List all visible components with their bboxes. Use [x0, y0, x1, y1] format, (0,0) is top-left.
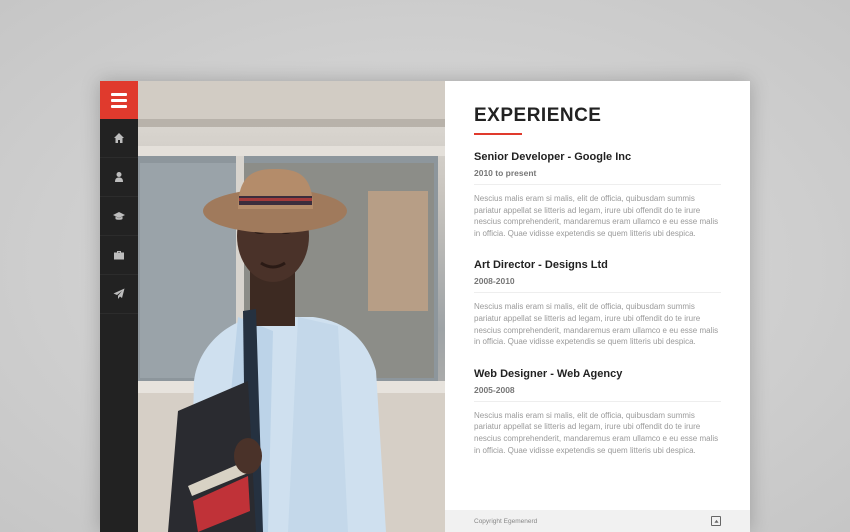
- home-icon: [114, 133, 124, 143]
- job-description: Nescius malis eram si malis, elit de off…: [474, 302, 719, 347]
- resume-card: EXPERIENCE Senior Developer - Google Inc…: [100, 81, 750, 532]
- paper-plane-icon: [113, 288, 125, 299]
- sidebar-nav: [100, 81, 138, 532]
- sidebar-item-education[interactable]: [100, 197, 138, 236]
- job-description: Nescius malis eram si malis, elit de off…: [474, 194, 719, 238]
- title-underline: [474, 133, 522, 135]
- sidebar-item-experience[interactable]: [100, 236, 138, 275]
- copyright-text: Copyright Egemenerd: [474, 517, 538, 525]
- experience-panel: EXPERIENCE Senior Developer - Google Inc…: [445, 81, 750, 532]
- job-period: 2008-2010: [474, 276, 721, 294]
- graduation-cap-icon: [113, 212, 125, 220]
- sidebar-item-about[interactable]: [100, 158, 138, 197]
- section-title: EXPERIENCE: [474, 105, 602, 126]
- briefcase-icon: [114, 251, 124, 260]
- experience-item: Senior Developer - Google Inc 2010 to pr…: [474, 151, 721, 239]
- user-icon: [115, 172, 123, 182]
- menu-button[interactable]: [100, 81, 138, 119]
- job-period: 2010 to present: [474, 168, 721, 185]
- profile-photo: [138, 81, 445, 532]
- scroll-top-icon: [713, 519, 719, 523]
- job-title: Senior Developer - Google Inc: [474, 151, 632, 163]
- job-title: Art Director - Designs Ltd: [474, 259, 608, 272]
- hamburger-menu-icon: [111, 90, 127, 111]
- sidebar-item-home[interactable]: [100, 119, 138, 158]
- footer-bar: Copyright Egemenerd: [445, 510, 750, 532]
- experience-item: Web Designer - Web Agency 2005-2008 Nesc…: [474, 368, 721, 456]
- job-title: Web Designer - Web Agency: [474, 367, 623, 380]
- scroll-top-button[interactable]: [711, 516, 721, 526]
- experience-item: Art Director - Designs Ltd 2008-2010 Nes…: [474, 259, 721, 347]
- job-description: Nescius malis eram si malis, elit de off…: [474, 410, 719, 455]
- job-period: 2005-2008: [474, 385, 721, 402]
- portrait-illustration: [138, 81, 445, 532]
- sidebar-item-contact[interactable]: [100, 275, 138, 314]
